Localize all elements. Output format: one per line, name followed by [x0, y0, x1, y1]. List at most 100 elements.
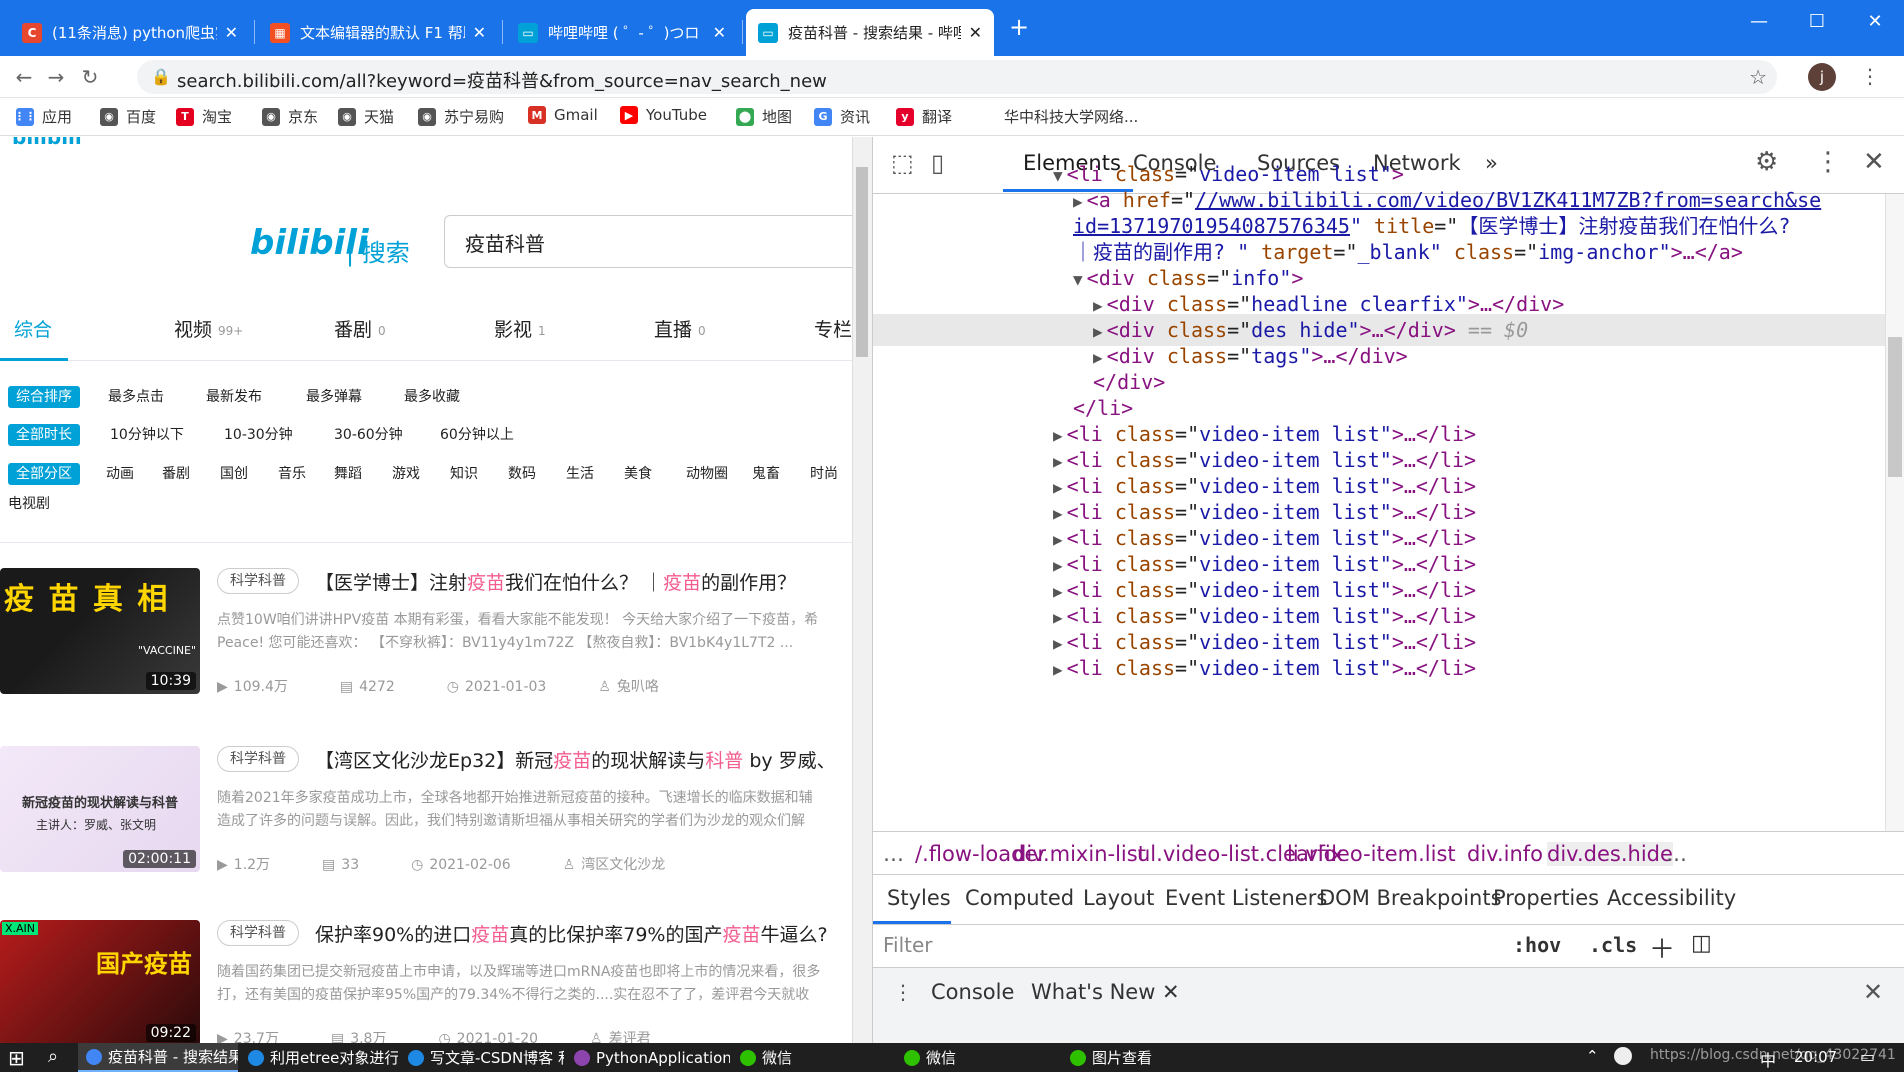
add-rule-icon[interactable]: ＋ [1649, 929, 1675, 966]
bookmark-item[interactable]: ◉ 百度 [100, 106, 156, 127]
tab-close-icon[interactable]: ✕ [969, 23, 982, 42]
attr-value[interactable]: //www.bilibili.com/video/BV1ZK411M7ZB?fr… [1195, 188, 1821, 212]
filter-zone-option[interactable]: 美食 [624, 463, 652, 485]
taskbar-item[interactable]: 疫苗科普 - 搜索结果 -... [78, 1043, 238, 1072]
video-title[interactable]: 保护率90%的进口疫苗真的比保护率79%的国产疫苗牛逼么? [315, 920, 828, 947]
bookmark-item[interactable]: ◉ 苏宁易购 [418, 106, 504, 127]
filter-zone-option[interactable]: 动画 [106, 463, 134, 485]
tray-app-icon[interactable] [1614, 1047, 1632, 1065]
url-text[interactable]: search.bilibili.com/all?keyword=疫苗科普&fro… [177, 67, 827, 93]
search-tab[interactable]: 直播 0 [654, 315, 706, 342]
expand-arrow-icon[interactable]: ▶ [1073, 192, 1083, 211]
video-title[interactable]: 【医学博士】注射疫苗我们在怕什么？ ｜疫苗的副作用？ [315, 568, 796, 595]
expand-arrow-icon[interactable]: ▶ [1053, 660, 1063, 679]
browser-tab[interactable]: ▦ 文本编辑器的默认 F1 帮助页 - V ✕ [258, 9, 498, 56]
bookmark-item[interactable]: ▶ YouTube [620, 106, 707, 124]
expand-arrow-icon[interactable]: ▶ [1053, 634, 1063, 653]
filter-zone-option[interactable]: 鬼畜 [752, 463, 780, 485]
reload-icon[interactable]: ↻ [76, 63, 104, 91]
filter-duration-option[interactable]: 60分钟以上 [440, 424, 514, 446]
styles-filter-input[interactable]: Filter [883, 933, 1493, 961]
close-window-button[interactable]: ✕ [1852, 6, 1898, 36]
styles-tab-6[interactable]: Accessibility [1607, 886, 1736, 910]
page-scroll-thumb[interactable] [856, 167, 868, 357]
video-item[interactable]: 疫 苗 真 相 "VACCINE" 10:39 科学科普 【医学博士】注射疫苗我们在怕什… [0, 568, 852, 728]
filter-zone-option[interactable]: 数码 [508, 463, 536, 485]
video-meta-up[interactable]: ♙ 差评君 [590, 1031, 677, 1043]
breadcrumb-item[interactable]: div.des.hide [1547, 842, 1673, 866]
styles-tab-1[interactable]: Computed [965, 886, 1074, 910]
filter-zone-option[interactable]: 舞蹈 [334, 463, 362, 485]
search-input[interactable]: 疫苗科普 [444, 215, 852, 268]
drawer-tab-whats-new[interactable]: What's New ✕ [1031, 980, 1180, 1004]
taskbar-item[interactable]: 微信 [732, 1043, 892, 1072]
expand-arrow-icon[interactable]: ▶ [1053, 426, 1063, 445]
notification-icon[interactable]: ▭ [1860, 1047, 1875, 1066]
expand-arrow-icon[interactable]: ▶ [1053, 452, 1063, 471]
filter-duration-option[interactable]: 10分钟以下 [110, 424, 184, 446]
filter-zone-option[interactable]: 番剧 [162, 463, 190, 485]
video-meta-up[interactable]: ♙ 湾区文化沙龙 [563, 857, 692, 873]
attr-value-link[interactable]: id=137197019540875763​45 [1073, 214, 1350, 238]
filter-duration-option[interactable]: 全部时长 [8, 424, 80, 446]
cls-button[interactable]: .cls [1589, 933, 1637, 957]
search-tab[interactable]: 视频 99+ [174, 315, 243, 342]
expand-arrow-icon[interactable]: ▶ [1053, 530, 1063, 549]
search-tab[interactable]: 番剧 0 [334, 315, 386, 342]
styles-tab-4[interactable]: DOM Breakpoints [1319, 886, 1502, 910]
toggle-sidebar-icon[interactable]: ◫ [1691, 931, 1712, 956]
filter-zone-option[interactable]: 生活 [566, 463, 594, 485]
filter-zone-option[interactable]: 知识 [450, 463, 478, 485]
back-icon[interactable]: ← [10, 63, 38, 91]
clock[interactable]: 20:07 [1794, 1048, 1837, 1066]
filter-order-option[interactable]: 最新发布 [206, 386, 262, 408]
video-category-tag[interactable]: 科学科普 [217, 568, 299, 594]
windows-start-icon[interactable]: ⊞ [8, 1046, 25, 1070]
expand-arrow-icon[interactable]: ▶ [1053, 582, 1063, 601]
bookmark-item[interactable]: 华中科技大学网络... [1004, 106, 1138, 127]
bookmark-item[interactable]: G 资讯 [814, 106, 870, 127]
video-thumbnail[interactable]: 新冠疫苗的现状解读与科普 主讲人：罗威、张文明 02:00:11 [0, 746, 200, 872]
breadcrumb-item[interactable]: div.mixin-list [1013, 842, 1146, 866]
filter-duration-option[interactable]: 10-30分钟 [224, 424, 293, 446]
expand-arrow-icon[interactable]: ▶ [1093, 348, 1103, 367]
video-title[interactable]: 【湾区文化沙龙Ep32】新冠疫苗的现状解读与科普 by 罗威、 [315, 746, 836, 773]
taskbar-item[interactable]: 写文章-CSDN博客 和... [400, 1043, 564, 1072]
star-icon[interactable]: ☆ [1749, 65, 1767, 89]
styles-tab-3[interactable]: Event Listeners [1165, 886, 1327, 910]
breadcrumb-item[interactable]: … [1666, 842, 1687, 866]
video-item[interactable]: 国产疫苗 VS 进口疫苗X.AIN09:22 科学科普保护率90%的进口疫苗真的比… [0, 920, 852, 1043]
browser-tab[interactable]: ▭ 疫苗科普 - 搜索结果 - 哔哩哔哩 ✕ [746, 9, 994, 56]
filter-zone-option[interactable]: 全部分区 [8, 463, 80, 485]
tab-close-icon[interactable]: ✕ [473, 23, 486, 42]
browser-tab[interactable]: C (11条消息) python爬虫实战(十 ✕ [10, 9, 250, 56]
search-icon[interactable]: ⌕ [48, 1046, 58, 1067]
video-thumbnail[interactable]: 国产疫苗 VS 进口疫苗 X.AIN 09:22 [0, 920, 200, 1043]
filter-zone-option[interactable]: 动物圈 [686, 463, 728, 485]
browser-tab[interactable]: ▭ 哔哩哔哩 ( ゜- ゜)つロ 干杯~-bili ✕ [506, 9, 738, 56]
minimize-button[interactable]: — [1736, 6, 1782, 36]
video-thumbnail[interactable]: 疫 苗 真 相 "VACCINE" 10:39 [0, 568, 200, 694]
bookmark-item[interactable]: y 翻译 [896, 106, 952, 127]
filter-zone-option[interactable]: 时尚 [810, 463, 838, 485]
filter-order-option[interactable]: 最多收藏 [404, 386, 460, 408]
expand-arrow-icon[interactable]: ▶ [1093, 322, 1103, 341]
filter-duration-option[interactable]: 30-60分钟 [334, 424, 403, 446]
bookmark-item[interactable]: ◉ 天猫 [338, 106, 394, 127]
taskbar-item[interactable]: 利用etree对象进行爬... [240, 1043, 398, 1072]
maximize-button[interactable]: ☐ [1794, 6, 1840, 36]
filter-zone-option[interactable]: 电视剧 [8, 493, 50, 515]
filter-order-option[interactable]: 最多弹幕 [306, 386, 362, 408]
video-category-tag[interactable]: 科学科普 [217, 920, 299, 946]
expand-arrow-icon[interactable]: ▶ [1053, 608, 1063, 627]
filter-zone-option[interactable]: 音乐 [278, 463, 306, 485]
elements-scrollbar[interactable] [1885, 194, 1904, 831]
new-tab-button[interactable]: + [996, 12, 1042, 42]
video-item[interactable]: 新冠疫苗的现状解读与科普 主讲人：罗威、张文明 02:00:11 科学科普 【湾区文化沙… [0, 746, 852, 906]
video-category-tag[interactable]: 科学科普 [217, 746, 299, 772]
elements-scroll-thumb[interactable] [1888, 337, 1902, 477]
expand-arrow-icon[interactable]: ▼ [1073, 270, 1083, 289]
tab-close-icon[interactable]: ✕ [225, 23, 238, 42]
bookmark-item[interactable]: T 淘宝 [176, 106, 232, 127]
expand-arrow-icon[interactable]: ▼ [1053, 166, 1063, 185]
